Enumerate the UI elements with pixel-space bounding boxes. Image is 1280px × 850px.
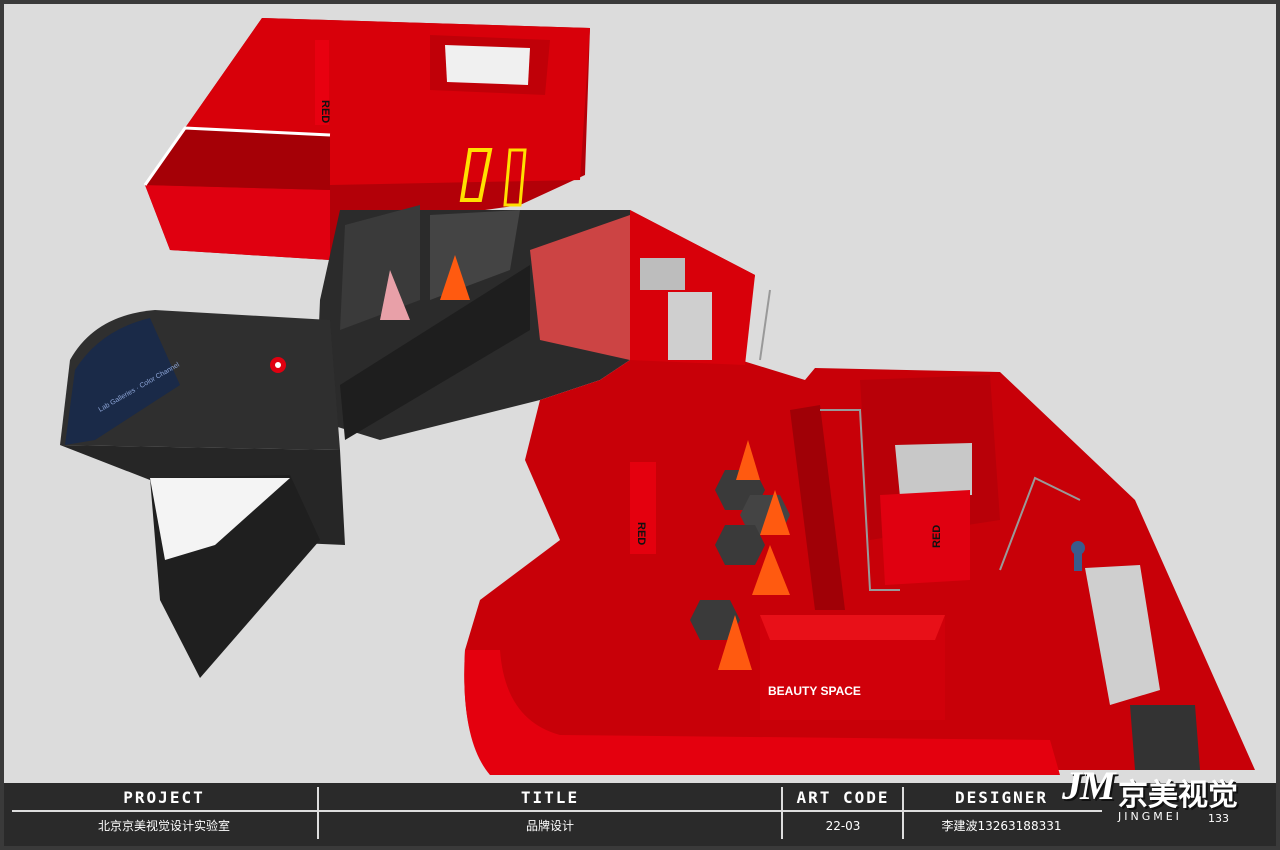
logo-chinese: 京美视觉 [1118,778,1238,813]
jingmei-logo: JM 京美视觉 JINGMEI [1058,762,1268,832]
art-code-value: 22-03 [825,819,861,833]
column-separator [781,787,783,839]
column-separator [317,787,319,839]
logo-english: JINGMEI [1118,810,1182,823]
art-code-header: ART CODE [796,788,890,807]
ceiling-track [759,289,771,361]
title-block-divider [12,810,1102,812]
project-value: 北京京美视觉设计实验室 [97,819,230,833]
project-header: PROJECT [123,788,205,807]
floor-plan-3d-view: RED RED RED BEAUTY SPACE Lab Galleries ·… [60,18,1255,775]
beauty-space-sign: BEAUTY SPACE [768,684,861,698]
red-sign-right: RED [931,525,943,548]
page-number: 133 [1208,812,1229,825]
title-header: TITLE [520,788,580,807]
left-curved-room [60,310,345,678]
red-sign-top: RED [319,100,331,123]
red-sign-center: RED [635,522,647,545]
title-value: 品牌设计 [525,819,574,833]
logo-mark: JM [1062,763,1116,808]
